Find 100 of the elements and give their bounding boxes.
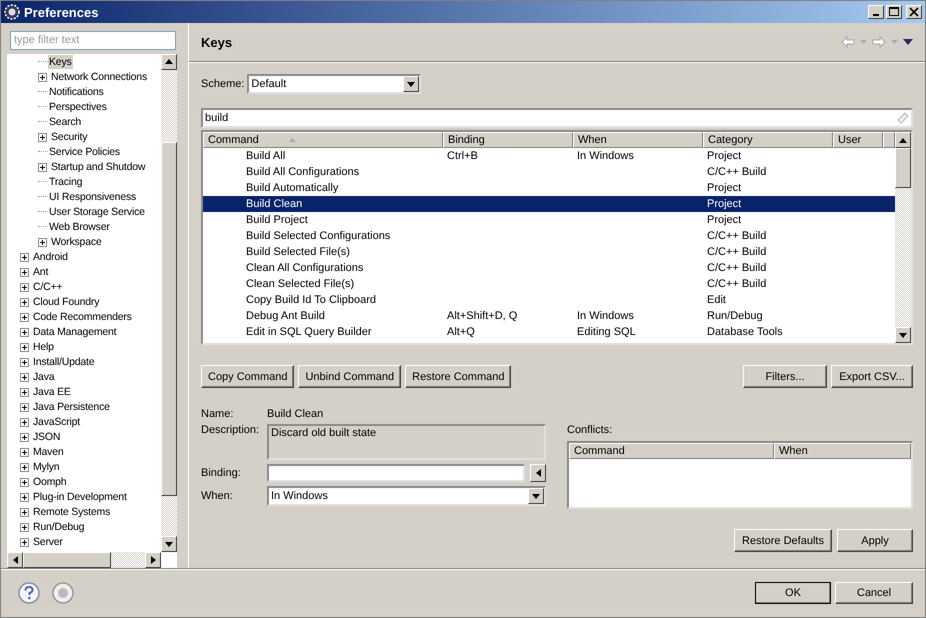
expand-icon[interactable] (20, 402, 29, 412)
minimize-button[interactable] (868, 5, 884, 19)
column-header[interactable]: Command (569, 443, 774, 459)
expand-icon[interactable] (20, 268, 29, 277)
tree-item[interactable]: JSON (32, 430, 62, 444)
table-row[interactable]: Debug Ant Build Alt+Shift+D, Q In Windows Run/Debug (203, 308, 895, 324)
scroll-thumb[interactable] (23, 552, 111, 568)
command-button[interactable]: Copy Command (201, 365, 294, 388)
table-row[interactable]: Build Selected File(s) C/C++ Build (203, 244, 895, 260)
tree-item[interactable]: UI Responsiveness (48, 190, 138, 204)
table-row[interactable]: Build Automatically Project (203, 180, 895, 196)
scheme-dropdown[interactable]: Default (247, 74, 422, 94)
expand-icon[interactable] (38, 132, 47, 142)
tree-item[interactable]: Java (32, 370, 56, 384)
tree-item[interactable]: C/C++ (32, 280, 64, 294)
tree-item[interactable]: Workspace (50, 235, 103, 250)
horizontal-scrollbar[interactable] (7, 552, 161, 568)
expand-icon[interactable] (20, 538, 29, 547)
expand-icon[interactable] (20, 508, 29, 517)
tree-item[interactable]: Java Persistence (32, 400, 111, 414)
table-row[interactable]: Clean Selected File(s) C/C++ Build (203, 276, 895, 292)
table-row[interactable]: Build All Configurations C/C++ Build (203, 164, 895, 180)
tree-item[interactable]: Android (32, 250, 69, 264)
tree-item[interactable]: Service Policies (48, 145, 121, 160)
up-arrow-icon[interactable] (899, 138, 907, 142)
tree-item[interactable]: Data Management (32, 325, 118, 340)
tree-item[interactable]: Java EE (32, 385, 72, 400)
down-arrow-icon[interactable] (899, 332, 907, 338)
expand-icon[interactable] (20, 418, 29, 427)
table-row[interactable]: Edit in SQL Query Builder Alt+Q Editing SQL Database Tools (203, 324, 895, 340)
tree-item[interactable]: Ant (32, 265, 50, 280)
scroll-thumb[interactable] (161, 142, 177, 496)
expand-icon[interactable] (38, 238, 47, 247)
close-button[interactable] (906, 5, 922, 19)
expand-icon[interactable] (20, 282, 29, 292)
column-header[interactable]: When (573, 132, 703, 148)
tree-item[interactable]: Run/Debug (32, 520, 86, 534)
column-header[interactable]: Binding (443, 132, 573, 148)
tree-item[interactable]: Notifications (48, 85, 105, 100)
help-icon[interactable] (18, 582, 40, 604)
apply-button[interactable]: Apply (837, 529, 913, 552)
tree-item[interactable]: Perspectives (48, 100, 108, 114)
table-row[interactable]: Build Clean Project (203, 196, 895, 212)
expand-icon[interactable] (20, 298, 29, 307)
binding-field[interactable] (267, 464, 525, 482)
column-header[interactable]: Category (703, 132, 833, 148)
command-button[interactable]: Unbind Command (298, 365, 402, 388)
tree-item[interactable]: Oomph (32, 475, 68, 490)
vertical-scrollbar[interactable] (161, 54, 177, 552)
table-row[interactable]: Build All Ctrl+B In Windows Project (203, 148, 895, 164)
expand-icon[interactable] (20, 358, 29, 367)
expand-icon[interactable] (20, 328, 29, 337)
table-row[interactable]: Copy Build Id To Clipboard Edit (203, 292, 895, 308)
tree-item[interactable]: Code Recommenders (32, 310, 133, 324)
dropdown-arrow-icon[interactable] (532, 494, 540, 498)
up-arrow-icon[interactable] (165, 59, 173, 64)
ok-button[interactable]: OK (755, 582, 831, 604)
expand-icon[interactable] (20, 342, 29, 352)
tree-item[interactable]: Help (32, 340, 55, 354)
filters-button[interactable]: Filters... (743, 365, 827, 388)
expand-icon[interactable] (38, 162, 47, 172)
tree-item[interactable]: Server (32, 535, 64, 550)
right-arrow-icon[interactable] (150, 556, 156, 564)
column-header[interactable]: User (833, 132, 883, 148)
tree-item[interactable]: User Storage Service (48, 205, 146, 220)
tree-item[interactable]: Plug-in Development (32, 490, 128, 504)
tree-item[interactable]: Security (50, 130, 88, 144)
expand-icon[interactable] (20, 462, 29, 472)
restore-defaults-button[interactable]: Restore Defaults (734, 529, 832, 552)
tree-item[interactable]: Network Connections (50, 70, 148, 84)
tree-item[interactable]: Remote Systems (32, 505, 112, 520)
vertical-scrollbar[interactable] (895, 132, 911, 343)
column-header[interactable]: Command (203, 132, 443, 148)
expand-icon[interactable] (20, 478, 29, 487)
command-button[interactable]: Restore Command (405, 365, 512, 388)
maximize-button[interactable] (886, 5, 902, 19)
tree-item[interactable]: Web Browser (48, 220, 111, 234)
tree-item[interactable]: JavaScript (32, 415, 82, 430)
table-row[interactable]: Build Project Project (203, 212, 895, 228)
tree-item[interactable]: Mylyn (32, 460, 60, 474)
dropdown-arrow-icon[interactable] (407, 82, 416, 86)
expand-icon[interactable] (20, 522, 29, 532)
expand-icon[interactable] (20, 448, 29, 457)
table-row[interactable]: Clean All Configurations C/C++ Build (203, 260, 895, 276)
filter-field[interactable]: type filter text (10, 31, 176, 50)
expand-icon[interactable] (20, 432, 29, 442)
tree-item[interactable]: Search (48, 115, 82, 130)
when-dropdown[interactable]: In Windows (267, 486, 546, 506)
export-button[interactable]: Export CSV... (831, 365, 913, 388)
left-arrow-button[interactable] (530, 464, 546, 482)
expand-icon[interactable] (20, 312, 29, 322)
tree-item[interactable]: Cloud Foundry (32, 295, 100, 310)
tree-item[interactable]: Startup and Shutdow (50, 160, 146, 174)
tree-item[interactable]: Keys (48, 55, 73, 70)
search-field[interactable]: build (201, 108, 913, 128)
tree-item[interactable]: Tracing (48, 175, 84, 190)
cancel-button[interactable]: Cancel (835, 582, 913, 604)
view-menu-icon[interactable] (903, 39, 913, 45)
left-arrow-icon[interactable] (12, 556, 18, 564)
tree-item[interactable]: Maven (32, 445, 65, 460)
